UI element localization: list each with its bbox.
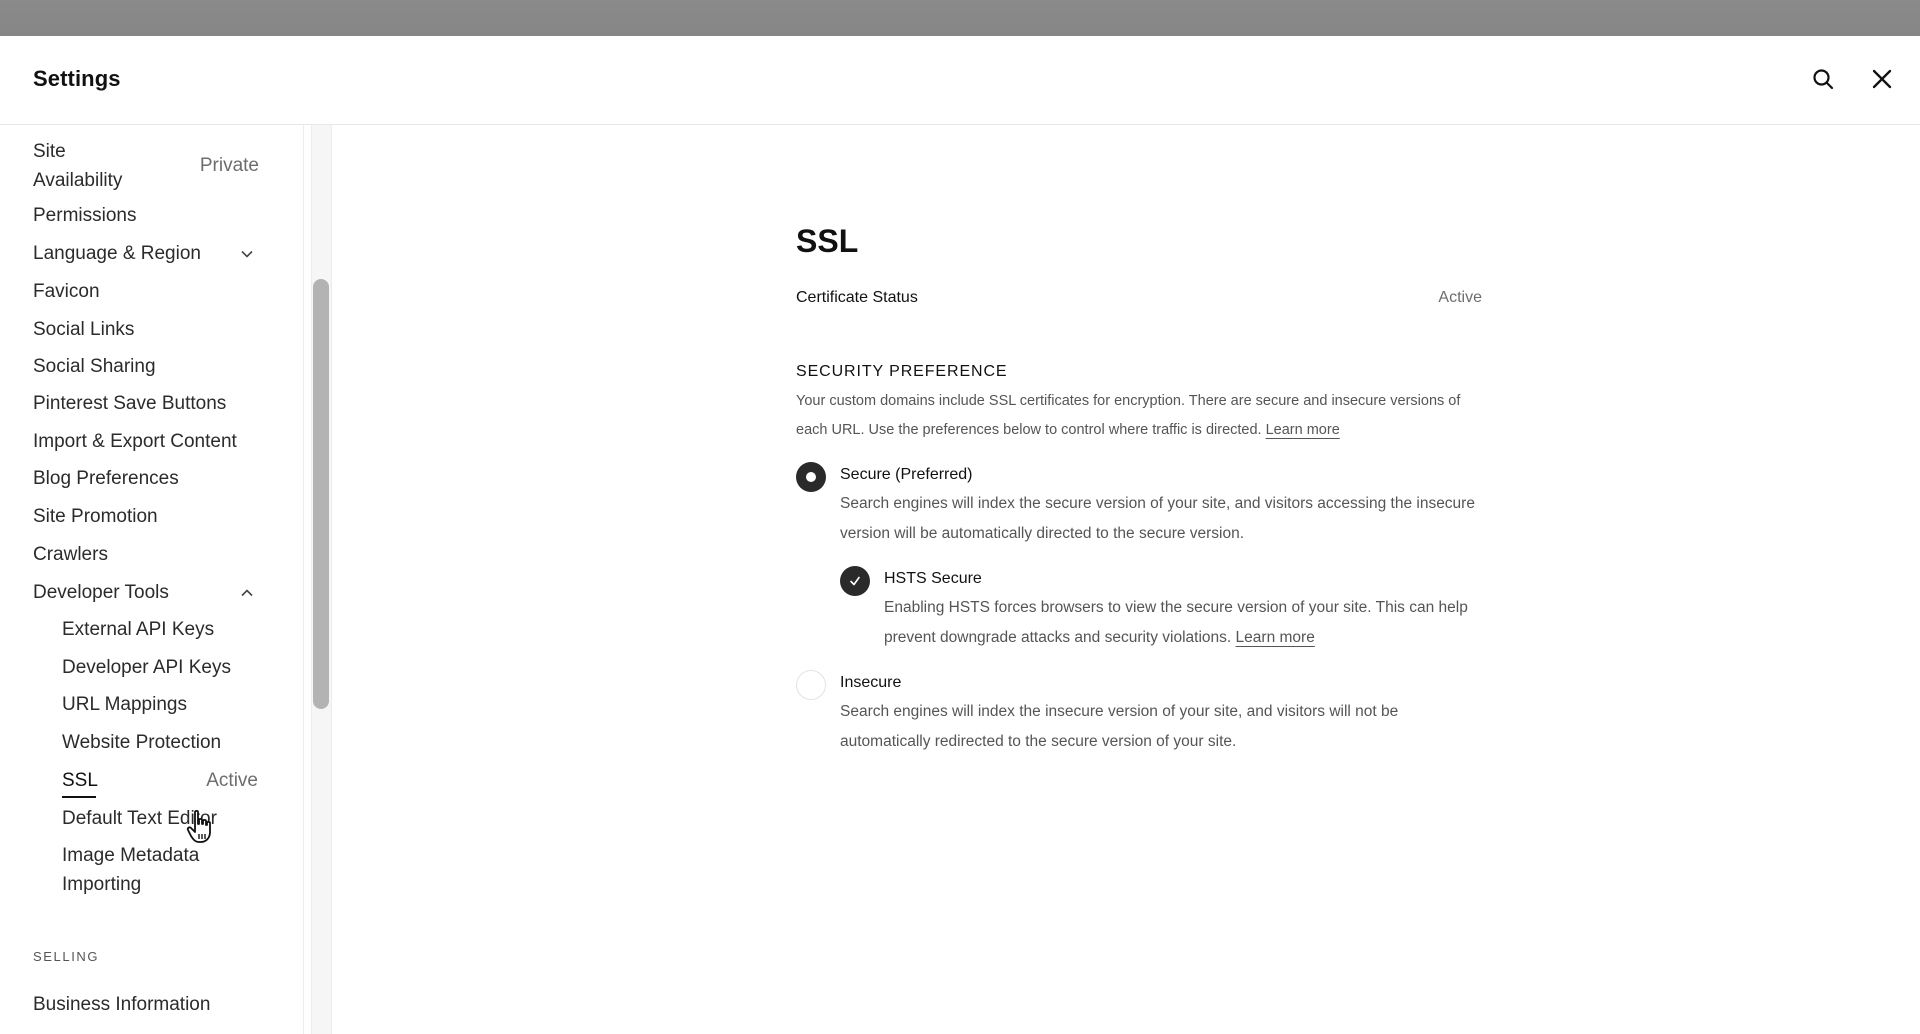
sidebar-item-permissions[interactable]: Permissions	[33, 201, 263, 230]
sidebar-item-label: Site Promotion	[33, 506, 158, 527]
option-description: Search engines will index the secure ver…	[840, 495, 1475, 542]
close-button[interactable]	[1865, 62, 1899, 96]
sidebar-item-crawlers[interactable]: Crawlers	[33, 540, 263, 569]
option-description: Search engines will index the insecure v…	[840, 703, 1399, 750]
sidebar-item-label: Business Information	[33, 994, 211, 1015]
settings-header: Settings	[0, 36, 1920, 125]
sidebar-item-ssl[interactable]: SSL Active	[62, 766, 262, 798]
option-description: Enabling HSTS forces browsers to view th…	[884, 593, 1484, 653]
section-label-selling: SELLING	[33, 949, 100, 964]
sidebar-item-developer-tools[interactable]: Developer Tools	[33, 578, 263, 607]
sidebar-item-site-availability[interactable]: Site Availability Private	[33, 137, 263, 195]
sidebar-item-import-export[interactable]: Import & Export Content	[33, 427, 273, 456]
section-title: SSL	[796, 223, 859, 259]
sidebar-item-business-information[interactable]: Business Information	[33, 990, 263, 1019]
chevron-up-icon[interactable]	[239, 585, 255, 601]
learn-more-link[interactable]: Learn more	[1266, 422, 1340, 438]
secure-radio[interactable]	[796, 462, 826, 492]
sidebar-item-social-sharing[interactable]: Social Sharing	[33, 352, 263, 381]
sidebar-item-label: External API Keys	[62, 619, 215, 640]
sidebar-item-label: Favicon	[33, 281, 100, 302]
hsts-description: Enabling HSTS forces browsers to view th…	[884, 599, 1468, 646]
close-icon	[1872, 69, 1892, 89]
hsts-learn-more-link[interactable]: Learn more	[1236, 629, 1315, 646]
sidebar-item-label: Import & Export Content	[33, 431, 237, 452]
status-badge: Active	[206, 770, 258, 791]
chevron-down-icon[interactable]	[239, 246, 255, 262]
sidebar-item-image-metadata-importing[interactable]: Image Metadata Importing	[62, 841, 262, 899]
sidebar-item-external-api-keys[interactable]: External API Keys	[62, 615, 262, 644]
sidebar-item-social-links[interactable]: Social Links	[33, 315, 263, 344]
sidebar-item-label: Image Metadata Importing	[62, 845, 200, 895]
security-preference-heading: SECURITY PREFERENCE	[796, 363, 1008, 380]
insecure-radio[interactable]	[796, 670, 826, 700]
option-title: Insecure	[840, 674, 902, 691]
certificate-status-value: Active	[1438, 289, 1482, 306]
sidebar-item-site-promotion[interactable]: Site Promotion	[33, 502, 263, 531]
sidebar-item-label: Developer Tools	[33, 582, 169, 603]
active-indicator	[62, 796, 96, 798]
sidebar-item-url-mappings[interactable]: URL Mappings	[62, 690, 262, 719]
sidebar-item-label: SSL	[62, 770, 98, 791]
settings-panel: Settings Site Availability Private Permi…	[0, 36, 1920, 1034]
sidebar-item-label: Language & Region	[33, 243, 201, 264]
check-icon	[850, 576, 860, 586]
sidebar-item-developer-api-keys[interactable]: Developer API Keys	[62, 653, 262, 682]
sidebar-item-label: Social Sharing	[33, 356, 156, 377]
modal-backdrop	[0, 0, 1920, 36]
sidebar-item-label: Default Text Editor	[62, 808, 217, 829]
sidebar-item-label: Permissions	[33, 205, 137, 226]
search-button[interactable]	[1806, 62, 1840, 96]
hsts-checkbox[interactable]	[840, 566, 870, 596]
page-title: Settings	[33, 66, 121, 91]
sidebar-item-language-region[interactable]: Language & Region	[33, 239, 263, 268]
option-title: HSTS Secure	[884, 570, 982, 587]
security-preference-description: Your custom domains include SSL certific…	[796, 387, 1486, 445]
certificate-status-row: Certificate Status Active	[796, 289, 1482, 313]
sidebar-item-label: Crawlers	[33, 544, 108, 565]
description-text: Your custom domains include SSL certific…	[796, 393, 1461, 438]
sidebar-item-pinterest-save-buttons[interactable]: Pinterest Save Buttons	[33, 389, 263, 418]
settings-sidebar: Site Availability Private Permissions La…	[0, 125, 304, 1034]
sidebar-item-website-protection[interactable]: Website Protection	[62, 728, 262, 757]
option-title: Secure (Preferred)	[840, 466, 973, 483]
sidebar-item-label: Site Availability	[33, 141, 123, 191]
sidebar-item-label: Social Links	[33, 319, 135, 340]
sidebar-item-default-text-editor[interactable]: Default Text Editor	[62, 804, 262, 833]
sidebar-item-label: Pinterest Save Buttons	[33, 393, 227, 414]
sidebar-item-label: Blog Preferences	[33, 468, 179, 489]
sidebar-item-label: URL Mappings	[62, 694, 187, 715]
certificate-status-label: Certificate Status	[796, 289, 918, 306]
sidebar-item-label: Website Protection	[62, 732, 222, 753]
search-icon	[1813, 69, 1834, 90]
sidebar-scrollbar-thumb[interactable]	[313, 279, 329, 709]
sidebar-item-label: Developer API Keys	[62, 657, 231, 678]
status-badge: Private	[199, 155, 259, 176]
sidebar-item-blog-preferences[interactable]: Blog Preferences	[33, 464, 263, 493]
sidebar-item-favicon[interactable]: Favicon	[33, 277, 263, 306]
